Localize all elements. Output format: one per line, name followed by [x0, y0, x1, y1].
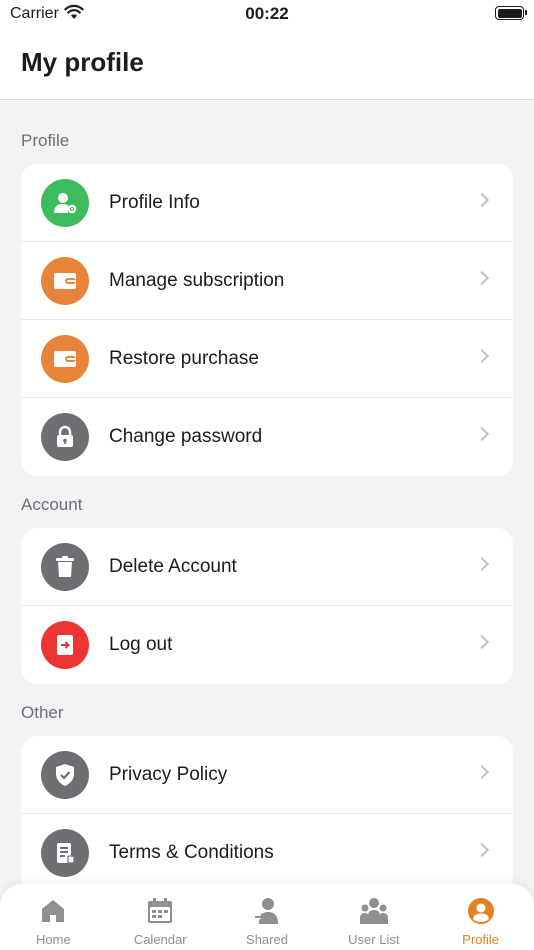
- row-label: Log out: [109, 634, 173, 655]
- status-bar: Carrier 00:22: [0, 0, 534, 30]
- tab-label: Shared: [246, 932, 288, 947]
- wallet-icon: [41, 257, 89, 305]
- privacy-policy-row[interactable]: Privacy Policy: [21, 736, 513, 814]
- logout-icon: [41, 621, 89, 669]
- row-label: Profile Info: [109, 191, 200, 213]
- row-label: Terms & Conditions: [109, 842, 274, 863]
- manage-subscription-row[interactable]: Manage subscription: [21, 242, 513, 320]
- user-gear-icon: [41, 179, 89, 227]
- page-title: My profile: [21, 47, 144, 77]
- row-label: Manage subscription: [109, 269, 285, 291]
- header: My profile: [0, 30, 534, 100]
- row-label: Restore purchase: [109, 347, 259, 369]
- section-label-profile: Profile: [21, 131, 70, 150]
- document-icon: [41, 829, 89, 877]
- chevron-right-icon: [474, 270, 490, 286]
- shield-check-icon: [41, 751, 89, 799]
- row-label: Change password: [109, 426, 263, 447]
- profile-icon: [466, 896, 496, 926]
- terms-conditions-row[interactable]: Terms & Conditions: [21, 814, 513, 892]
- tab-label: Profile: [462, 932, 500, 947]
- status-time: 00:22: [245, 4, 289, 23]
- shared-icon: [252, 896, 282, 926]
- tab-label: Home: [36, 932, 71, 947]
- account-card: Delete Account Log out: [21, 528, 513, 684]
- chevron-right-icon: [474, 348, 490, 364]
- home-icon: [38, 896, 68, 926]
- wallet-icon: [41, 335, 89, 383]
- tab-label: Calendar: [133, 932, 187, 947]
- chevron-right-icon: [474, 842, 490, 858]
- calendar-icon: [145, 896, 175, 926]
- tab-shared[interactable]: Shared: [214, 884, 321, 950]
- chevron-right-icon: [474, 764, 490, 780]
- other-card: Privacy Policy Terms & Conditions: [21, 736, 513, 892]
- tab-calendar[interactable]: Calendar: [107, 884, 214, 950]
- log-out-row[interactable]: Log out: [21, 606, 513, 684]
- tab-home[interactable]: Home: [0, 884, 107, 950]
- row-label: Delete Account: [109, 555, 237, 577]
- chevron-right-icon: [474, 426, 490, 442]
- section-label-account: Account: [21, 495, 83, 514]
- tab-profile[interactable]: Profile: [427, 884, 534, 950]
- users-icon: [359, 896, 389, 926]
- restore-purchase-row[interactable]: Restore purchase: [21, 320, 513, 398]
- tab-user-list[interactable]: User List: [320, 884, 427, 950]
- tab-label: User List: [348, 932, 400, 947]
- chevron-right-icon: [474, 192, 490, 208]
- row-label: Privacy Policy: [109, 763, 228, 785]
- lock-icon: [41, 413, 89, 461]
- delete-account-row[interactable]: Delete Account: [21, 528, 513, 606]
- chevron-right-icon: [474, 634, 490, 650]
- battery-icon: [495, 6, 527, 20]
- trash-icon: [41, 543, 89, 591]
- tab-bar: Home Calendar Shared User List Profile: [0, 884, 534, 950]
- profile-card: Profile Info Manage subscription Restore…: [21, 164, 513, 476]
- section-label-other: Other: [21, 703, 64, 722]
- profile-info-row[interactable]: Profile Info: [21, 164, 513, 242]
- chevron-right-icon: [474, 556, 490, 572]
- change-password-row[interactable]: Change password: [21, 398, 513, 476]
